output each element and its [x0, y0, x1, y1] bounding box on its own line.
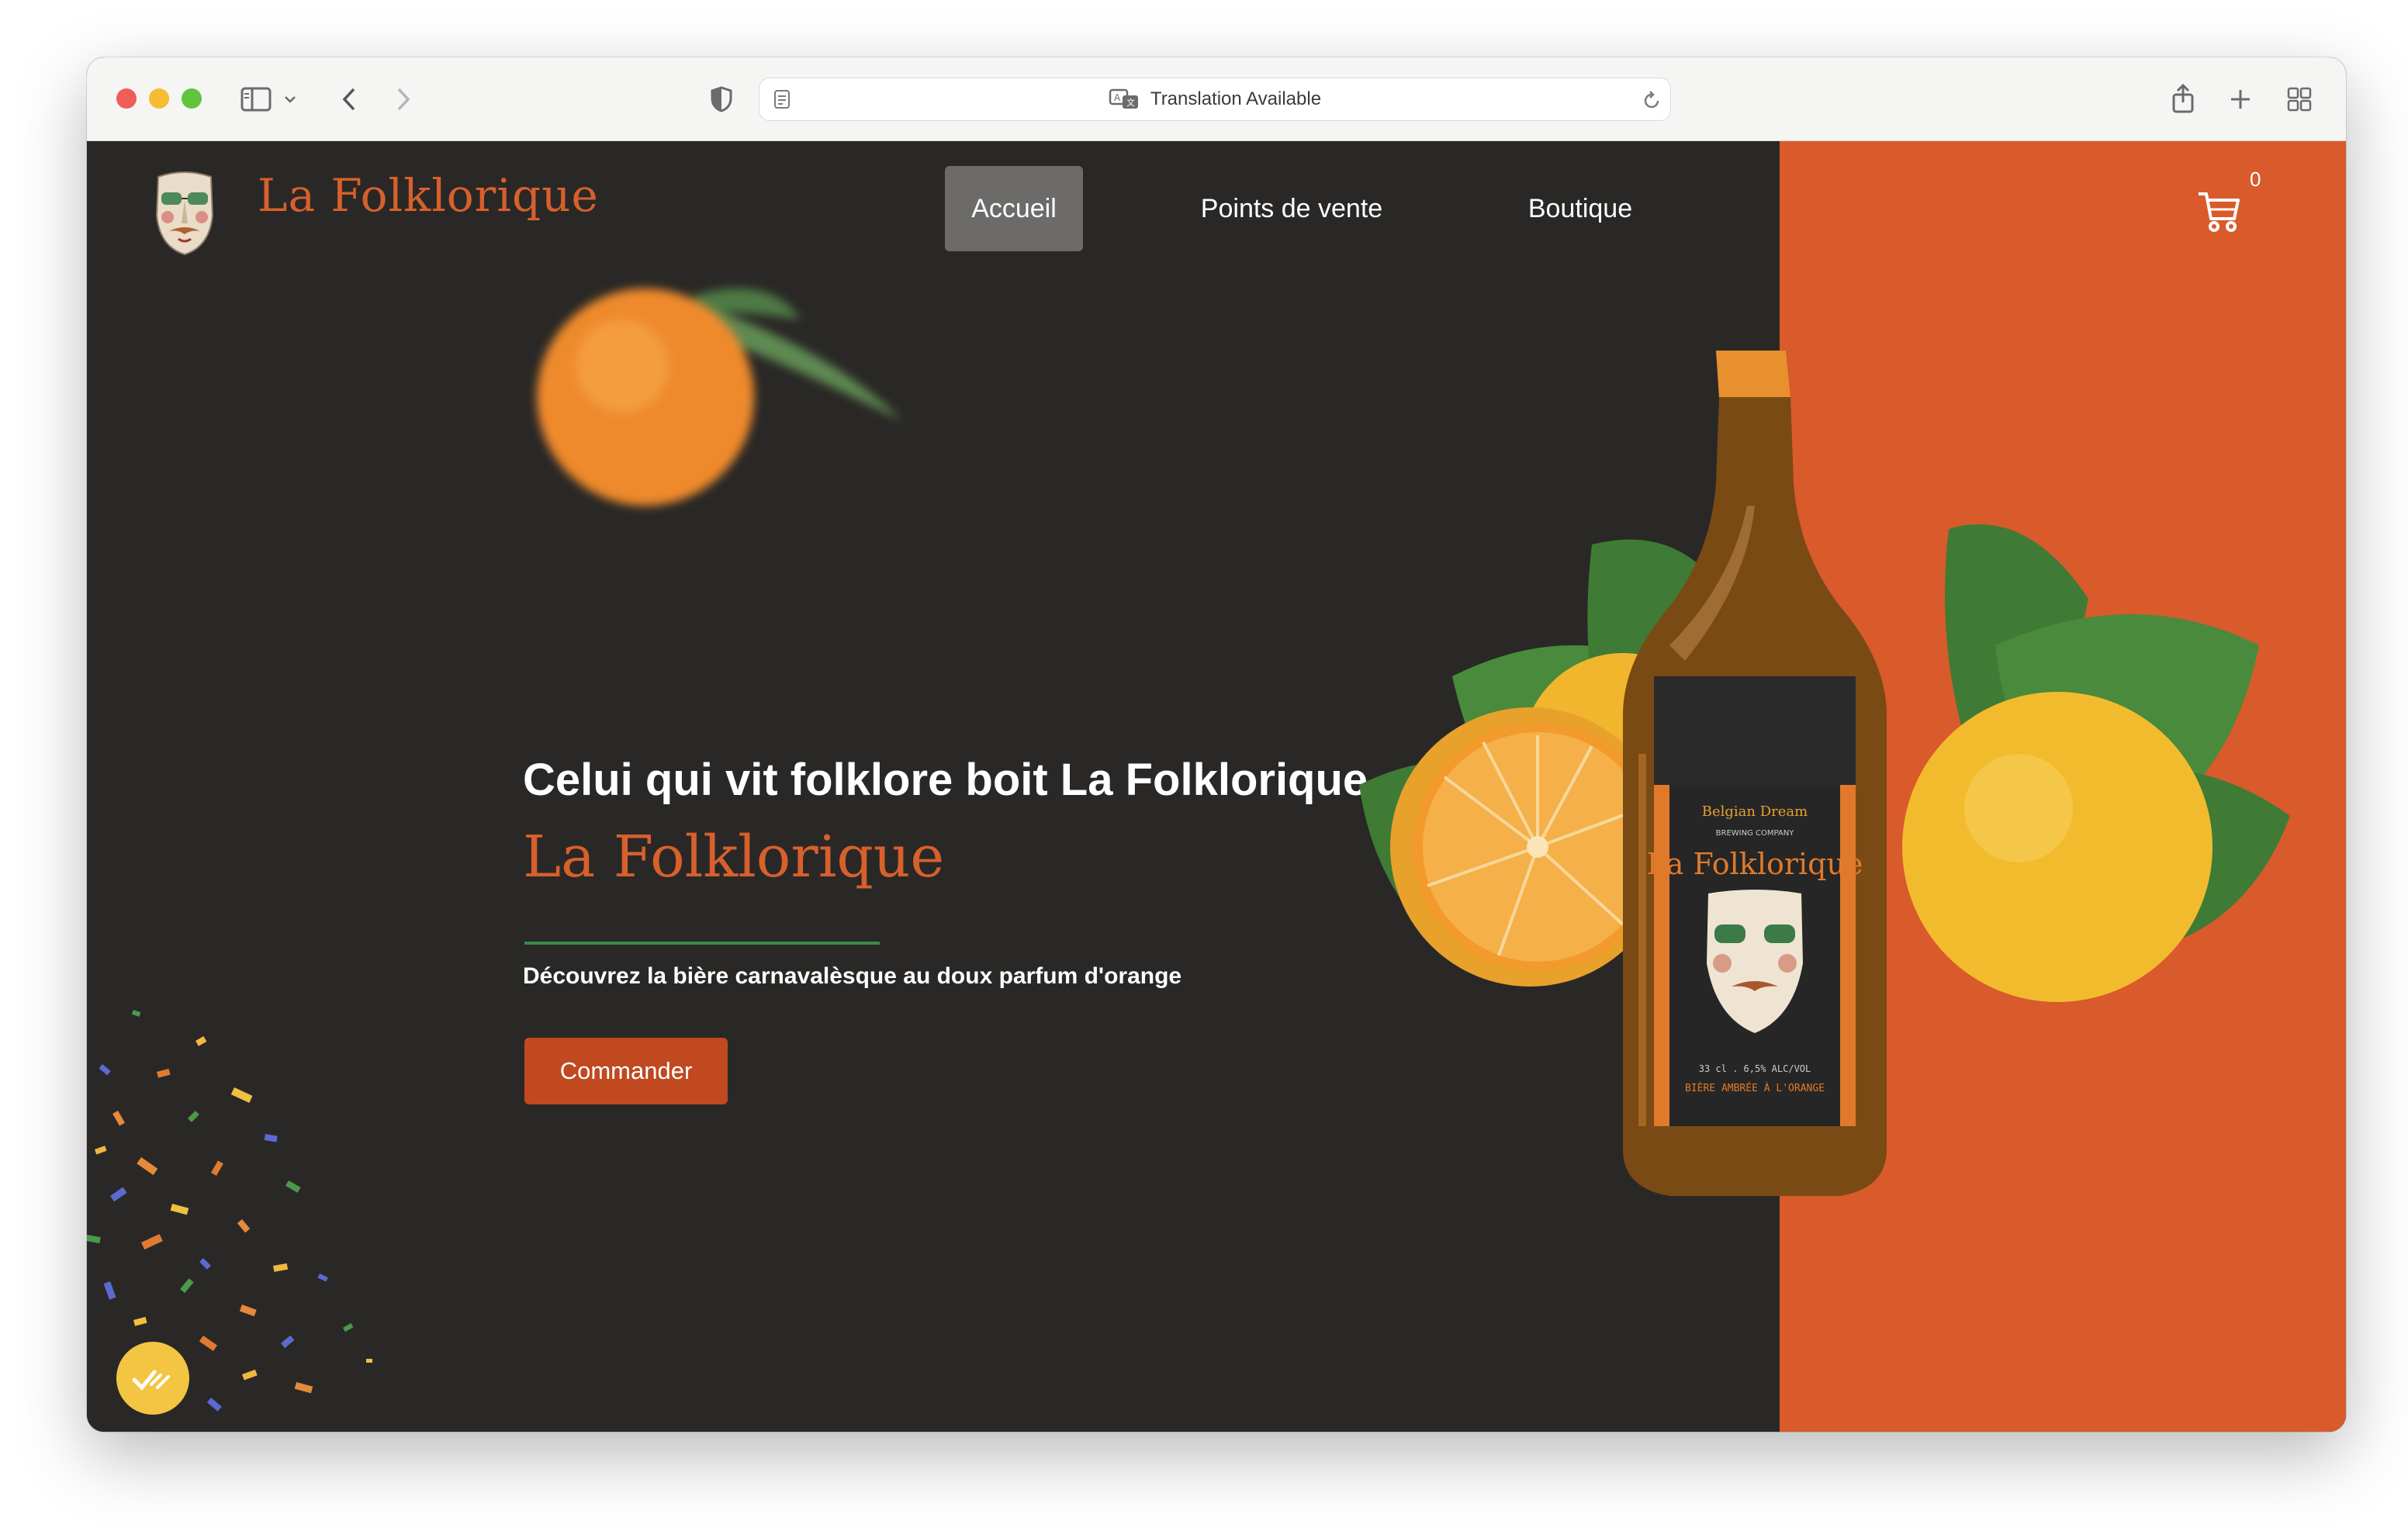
label-type: BIÈRE AMBRÉE À L'ORANGE: [1685, 1082, 1825, 1094]
reload-icon[interactable]: [1641, 89, 1662, 111]
tab-overview-icon[interactable]: [2284, 84, 2315, 115]
hero-headline: Celui qui vit folklore boit La Folkloriq…: [523, 755, 1368, 805]
nav-accueil[interactable]: Accueil: [945, 166, 1083, 251]
new-tab-icon[interactable]: [2225, 84, 2256, 115]
address-bar[interactable]: A文 Translation Available: [759, 78, 1671, 121]
browser-toolbar: A文 Translation Available: [87, 57, 2346, 141]
site-logo-text[interactable]: La Folklorique: [258, 169, 599, 222]
floating-orange-image: [537, 289, 901, 506]
nav-points-de-vente[interactable]: Points de vente: [1171, 166, 1412, 251]
hero-divider: [524, 942, 880, 945]
hero-brand-name: La Folklorique: [523, 824, 945, 890]
svg-text:A: A: [1114, 92, 1121, 103]
hero-subtitle: Découvrez la bière carnavalèsque au doux…: [523, 963, 1182, 989]
share-icon[interactable]: [2166, 81, 2200, 116]
forward-icon[interactable]: [388, 84, 419, 115]
label-volume: 33 cl . 6,5% ALC/VOL: [1699, 1063, 1811, 1074]
label-brand: La Folklorique: [1647, 847, 1863, 881]
sidebar-icon[interactable]: [239, 84, 273, 115]
browser-window: A文 Translation Available La Folklorique …: [87, 57, 2346, 1432]
label-maker-sub: BREWING COMPANY: [1716, 829, 1795, 838]
cart-icon[interactable]: [2195, 188, 2242, 234]
carnival-mask-logo-icon[interactable]: [152, 169, 217, 256]
beer-bottle-product-image: Belgian Dream BREWING COMPANY La Folklor…: [1359, 351, 2290, 1196]
translate-icon[interactable]: A文: [1109, 88, 1140, 110]
back-icon[interactable]: [334, 84, 365, 115]
web-page: La Folklorique Accueil Points de vente B…: [87, 141, 2346, 1432]
svg-text:文: 文: [1126, 97, 1135, 108]
checklist-badge-icon[interactable]: [116, 1342, 189, 1415]
close-window-button[interactable]: [116, 88, 137, 109]
translation-available-label: Translation Available: [1150, 88, 1322, 109]
shield-icon[interactable]: [706, 84, 737, 115]
address-text[interactable]: A文 Translation Available: [759, 78, 1670, 120]
minimize-window-button[interactable]: [149, 88, 169, 109]
nav-boutique[interactable]: Boutique: [1507, 166, 1654, 251]
zoom-window-button[interactable]: [182, 88, 202, 109]
chevron-down-icon[interactable]: [281, 90, 299, 109]
label-maker: Belgian Dream: [1702, 804, 1808, 820]
commander-button[interactable]: Commander: [524, 1038, 728, 1104]
cart-count: 0: [2250, 168, 2261, 191]
